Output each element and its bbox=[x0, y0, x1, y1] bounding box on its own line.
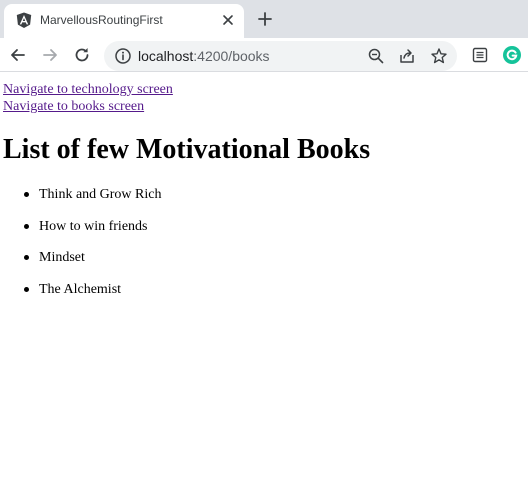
tab-title: MarvellousRoutingFirst bbox=[40, 13, 163, 27]
books-screen-link[interactable]: Navigate to books screen bbox=[3, 98, 144, 115]
bullet bbox=[24, 286, 29, 292]
tab-strip: MarvellousRoutingFirst bbox=[0, 0, 528, 38]
list-item: The Alchemist bbox=[22, 282, 161, 314]
technology-screen-link[interactable]: Navigate to technology screen bbox=[3, 81, 173, 98]
forward-arrow-icon[interactable] bbox=[40, 45, 60, 65]
book-list: Think and Grow Rich How to win friends M… bbox=[22, 187, 161, 313]
zoom-out-icon[interactable] bbox=[367, 47, 385, 65]
bullet bbox=[24, 255, 29, 260]
book-title: Think and Grow Rich bbox=[39, 187, 162, 202]
close-icon[interactable] bbox=[221, 13, 235, 27]
grammarly-icon[interactable] bbox=[503, 46, 521, 64]
address-bar[interactable]: localhost:4200/books bbox=[104, 41, 457, 71]
book-title: How to win friends bbox=[39, 218, 148, 234]
url-host: localhost bbox=[138, 48, 194, 64]
bullet bbox=[24, 223, 29, 229]
browser-tab[interactable]: MarvellousRoutingFirst bbox=[4, 4, 244, 38]
page-content: Navigate to technology screen Navigate t… bbox=[0, 73, 528, 483]
reload-icon[interactable] bbox=[72, 45, 92, 65]
browser-toolbar: localhost:4200/books bbox=[0, 38, 528, 72]
new-tab-icon[interactable] bbox=[255, 9, 275, 29]
list-item: How to win friends bbox=[22, 219, 161, 251]
page-title: List of few Motivational Books bbox=[3, 134, 371, 165]
list-item: Think and Grow Rich bbox=[22, 187, 161, 219]
list-item: Mindset bbox=[22, 250, 161, 282]
back-arrow-icon[interactable] bbox=[8, 45, 28, 65]
angular-icon bbox=[16, 12, 32, 28]
star-icon[interactable] bbox=[430, 47, 448, 65]
bullet bbox=[24, 192, 29, 197]
info-icon[interactable] bbox=[114, 47, 132, 65]
grammarly-glyph bbox=[506, 49, 518, 61]
url-path: :4200/books bbox=[193, 48, 270, 64]
reading-list-icon[interactable] bbox=[470, 45, 490, 65]
share-icon[interactable] bbox=[398, 47, 416, 65]
url-text[interactable]: localhost:4200/books bbox=[138, 48, 270, 64]
book-title: The Alchemist bbox=[39, 281, 122, 297]
book-title: Mindset bbox=[39, 250, 85, 265]
